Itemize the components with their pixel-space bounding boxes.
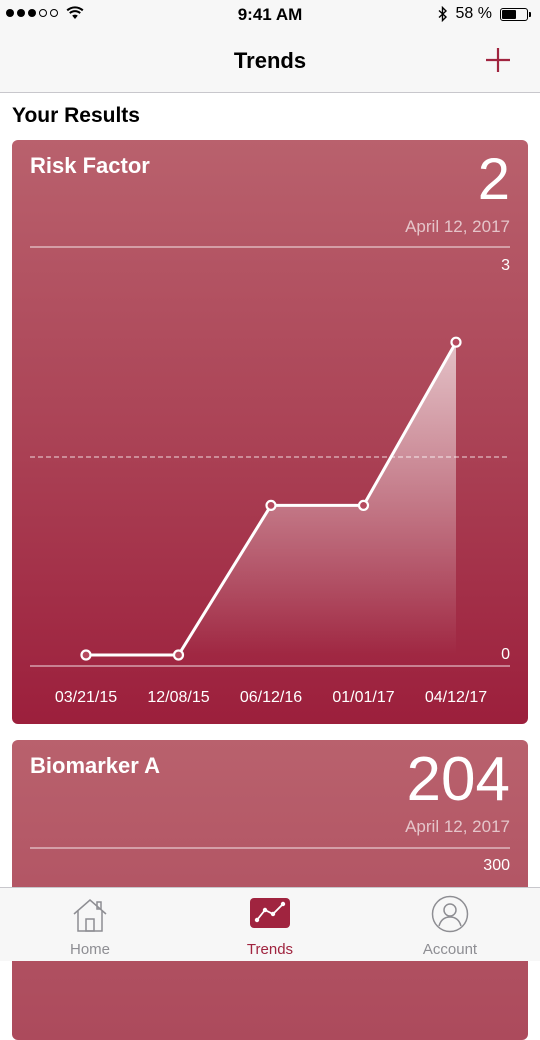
x-axis-tick-label: 12/08/15: [147, 689, 209, 706]
home-icon: [73, 899, 107, 932]
y-axis-max-label: 300: [483, 857, 510, 874]
navigation-bar: Trends: [0, 32, 540, 93]
y-axis-max-label: 3: [501, 257, 510, 274]
add-button[interactable]: [484, 46, 512, 74]
status-right-group: 58 %: [438, 5, 531, 23]
x-axis-tick-label: 06/12/16: [240, 689, 302, 706]
chart-point[interactable]: [357, 499, 370, 511]
battery-level: [502, 9, 516, 19]
status-bar: 9:41 AM 58 %: [0, 0, 540, 32]
tab-bar: Home Trends Account: [0, 887, 540, 961]
page-title: Trends: [233, 48, 307, 73]
battery-percent: 58 %: [455, 5, 492, 22]
chart-point[interactable]: [80, 649, 92, 661]
bluetooth-icon: [438, 6, 447, 22]
tab-trends[interactable]: Trends: [180, 888, 360, 961]
tab-account[interactable]: Account: [360, 888, 540, 961]
tab-label: Account: [422, 941, 478, 958]
battery-icon: [500, 7, 531, 21]
chart-point[interactable]: [172, 649, 185, 661]
trends-icon: [250, 898, 290, 928]
x-axis-tick-label: 04/12/17: [425, 689, 487, 706]
x-axis-tick-label: 03/21/15: [55, 689, 117, 706]
y-axis-min-label: 0: [501, 646, 510, 663]
tab-label: Trends: [246, 941, 294, 958]
x-axis-tick-label: 01/01/17: [332, 689, 394, 706]
tab-label: Home: [69, 941, 110, 958]
chart-area-fill: [86, 342, 456, 655]
risk-factor-card[interactable]: Risk Factor 2 April 12, 2017 3 0 03/21/1…: [12, 140, 528, 724]
account-icon: [431, 895, 469, 933]
tab-home[interactable]: Home: [0, 888, 180, 961]
plus-icon: [486, 48, 510, 72]
chart-point[interactable]: [450, 336, 462, 348]
risk-factor-chart: 3 0 03/21/15 12/08/15 06/12/16 01/01/17 04/1…: [30, 246, 510, 706]
section-title: Your Results: [12, 104, 140, 127]
chart-point[interactable]: [265, 499, 277, 511]
